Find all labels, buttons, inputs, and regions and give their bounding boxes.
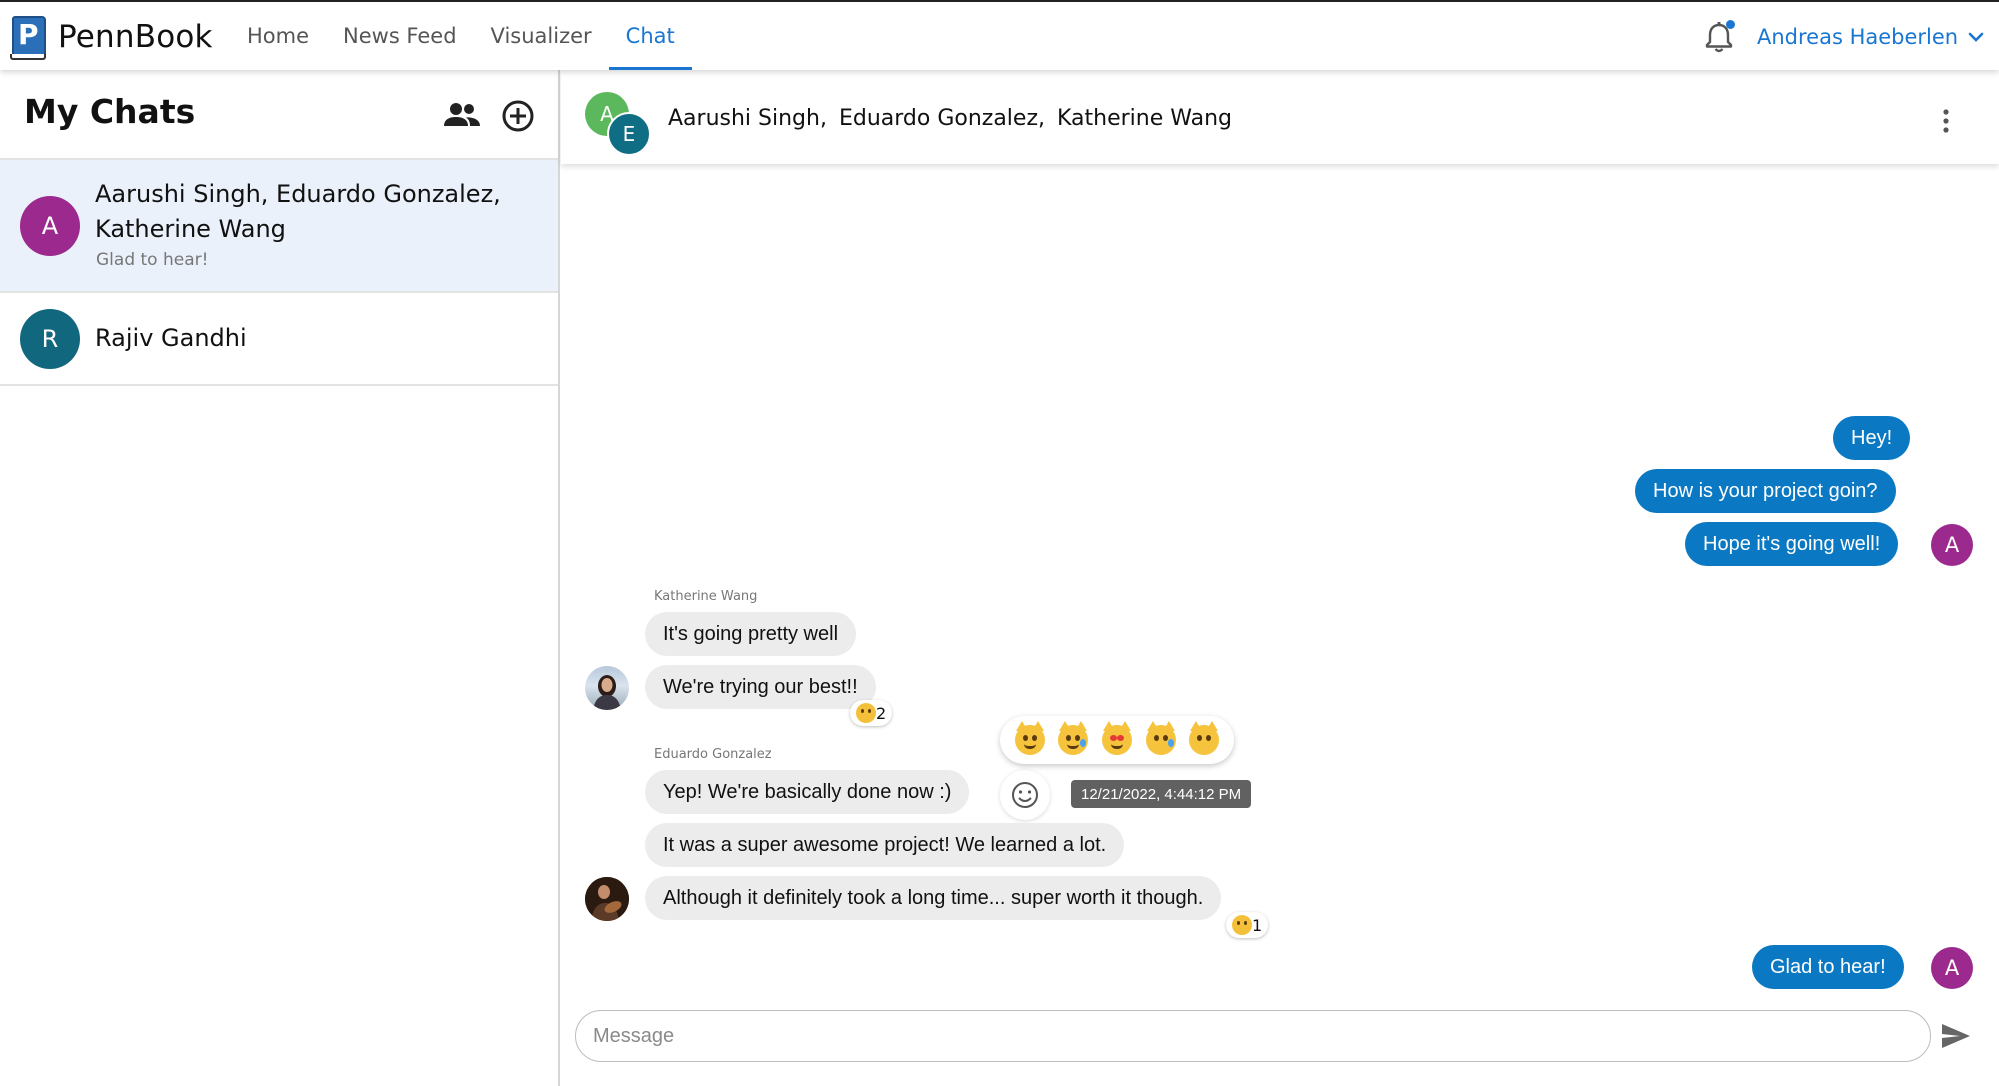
chat-members: Aarushi Singh, Eduardo Gonzalez, Katheri… [668, 106, 1232, 131]
smiling-cat-icon [856, 703, 876, 723]
sender-name: Katherine Wang [654, 589, 758, 604]
group-icon[interactable] [442, 96, 482, 136]
eduardo-avatar [585, 877, 629, 921]
chat-header: A E Aarushi Singh, Eduardo Gonzalez, Kat… [561, 70, 1999, 164]
pennbook-logo-icon: P [10, 14, 48, 60]
incoming-message[interactable]: It was a super awesome project! We learn… [645, 823, 1125, 867]
sender-name: Eduardo Gonzalez [654, 747, 772, 762]
nav-tabs: Home News Feed Visualizer Chat [230, 2, 692, 70]
notification-dot [1726, 20, 1735, 29]
heart-eyes-cat-icon[interactable] [1101, 721, 1132, 755]
message-input[interactable] [593, 1024, 1930, 1048]
avatar: A [20, 196, 80, 256]
reaction-badge[interactable]: 1 [1226, 912, 1269, 938]
outgoing-message[interactable]: How is your project goin? [1635, 469, 1896, 513]
incoming-message[interactable]: It's going pretty well [645, 612, 857, 656]
tab-home[interactable]: Home [230, 2, 326, 70]
self-avatar: A [1931, 524, 1973, 566]
reaction-picker [1000, 716, 1234, 764]
member-name: Aarushi Singh, [668, 106, 827, 131]
group-avatar: A E [585, 92, 651, 158]
chat-list-item-rajiv[interactable]: R Rajiv Gandhi [0, 294, 558, 386]
avatar: R [20, 309, 80, 369]
incoming-message[interactable]: We're trying our best!! [645, 665, 876, 709]
member-name: Katherine Wang [1057, 106, 1232, 131]
notification-bell-icon[interactable] [1703, 20, 1735, 54]
user-menu[interactable]: Andreas Haeberlen [1757, 22, 1986, 52]
pouting-cat-icon[interactable] [1189, 721, 1220, 755]
brand-name: PennBook [58, 19, 213, 55]
chat-list-sidebar: My Chats A Aarushi Singh, Eduardo Gonzal… [0, 70, 560, 1086]
incoming-message[interactable]: Yep! We're basically done now :) [645, 770, 970, 814]
tab-news-feed[interactable]: News Feed [326, 2, 474, 70]
add-chat-icon[interactable] [498, 96, 538, 136]
outgoing-message[interactable]: Glad to hear! [1752, 945, 1904, 989]
reaction-count: 2 [876, 703, 887, 723]
more-options-icon[interactable] [1941, 108, 1951, 134]
self-avatar: A [1931, 947, 1973, 989]
incoming-message[interactable]: Although it definitely took a long time.… [645, 876, 1222, 920]
chat-preview: Glad to hear! [96, 250, 209, 270]
member-name: Eduardo Gonzalez, [838, 106, 1045, 131]
top-navbar: P PennBook Home News Feed Visualizer Cha… [0, 0, 1999, 70]
add-reaction-icon[interactable] [1000, 770, 1050, 820]
user-name: Andreas Haeberlen [1757, 25, 1959, 49]
message-composer [575, 1010, 1931, 1062]
chat-name: Aarushi Singh, Eduardo Gonzalez, Katheri… [95, 180, 501, 243]
chat-list-item-group[interactable]: A Aarushi Singh, Eduardo Gonzalez, Kathe… [0, 160, 558, 293]
chat-name: Rajiv Gandhi [95, 324, 247, 352]
reaction-count: 1 [1252, 915, 1263, 935]
brand[interactable]: P PennBook [10, 14, 213, 60]
send-icon[interactable] [1940, 1022, 1972, 1050]
crying-cat-icon[interactable] [1145, 721, 1176, 755]
katherine-avatar [585, 666, 629, 710]
reaction-badge[interactable]: 2 [850, 700, 893, 726]
smiling-cat-icon[interactable] [1014, 721, 1045, 755]
avatar: E [607, 112, 651, 156]
outgoing-message[interactable]: Hope it's going well! [1685, 522, 1899, 566]
sidebar-title: My Chats [24, 92, 196, 131]
smiling-cat-icon [1232, 915, 1252, 935]
outgoing-message[interactable]: Hey! [1833, 416, 1911, 460]
cat-tears-of-joy-icon[interactable] [1058, 721, 1089, 755]
tab-visualizer[interactable]: Visualizer [474, 2, 609, 70]
chevron-down-icon [1968, 32, 1984, 42]
message-timestamp-tooltip: 12/21/2022, 4:44:12 PM [1071, 780, 1252, 808]
sidebar-header: My Chats [0, 70, 558, 160]
tab-chat[interactable]: Chat [608, 2, 692, 70]
